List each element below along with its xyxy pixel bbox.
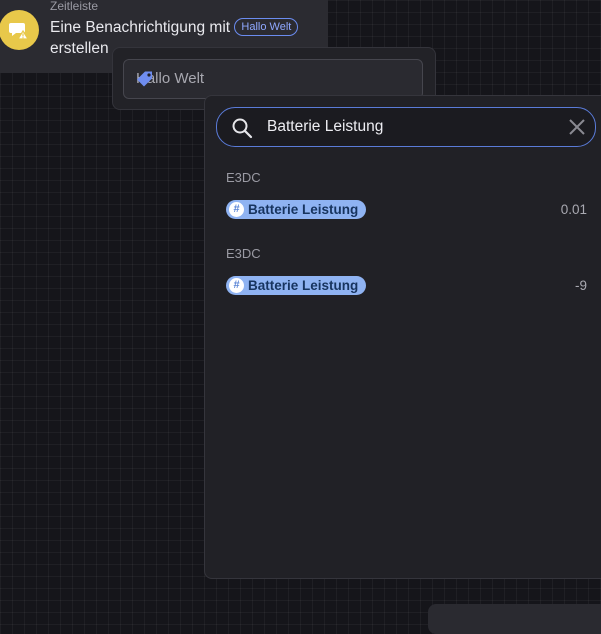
result-label: Batterie Leistung	[248, 202, 359, 217]
close-icon[interactable]	[568, 118, 586, 141]
background-node-edge	[428, 604, 601, 634]
result-group-label: E3DC	[226, 246, 261, 261]
message-alert-icon	[0, 10, 39, 50]
result-item-batterie-leistung-2[interactable]: # Batterie Leistung	[226, 276, 367, 295]
tag-icon[interactable]	[136, 70, 414, 92]
search-query: Batterie Leistung	[267, 118, 384, 135]
node-category: Zeitleiste	[50, 0, 99, 13]
hallo-welt-chip[interactable]: Hallo Welt	[234, 18, 299, 36]
result-label: Batterie Leistung	[248, 278, 359, 293]
result-item-batterie-leistung-1[interactable]: # Batterie Leistung	[226, 200, 367, 219]
search-input[interactable]: Batterie Leistung	[216, 107, 596, 147]
node-title-tail: erstellen	[50, 40, 109, 57]
result-group-label: E3DC	[226, 170, 261, 185]
entity-search-panel: Batterie Leistung E3DC # Batterie Leistu…	[204, 95, 601, 579]
result-value: 0.01	[560, 202, 587, 217]
search-icon	[231, 117, 253, 144]
hash-icon: #	[229, 278, 244, 293]
result-value: -9	[574, 278, 587, 293]
node-title-text: Eine Benachrichtigung mit	[50, 19, 231, 36]
message-text-input[interactable]: Hallo Welt	[123, 59, 423, 99]
hash-icon: #	[229, 202, 244, 217]
